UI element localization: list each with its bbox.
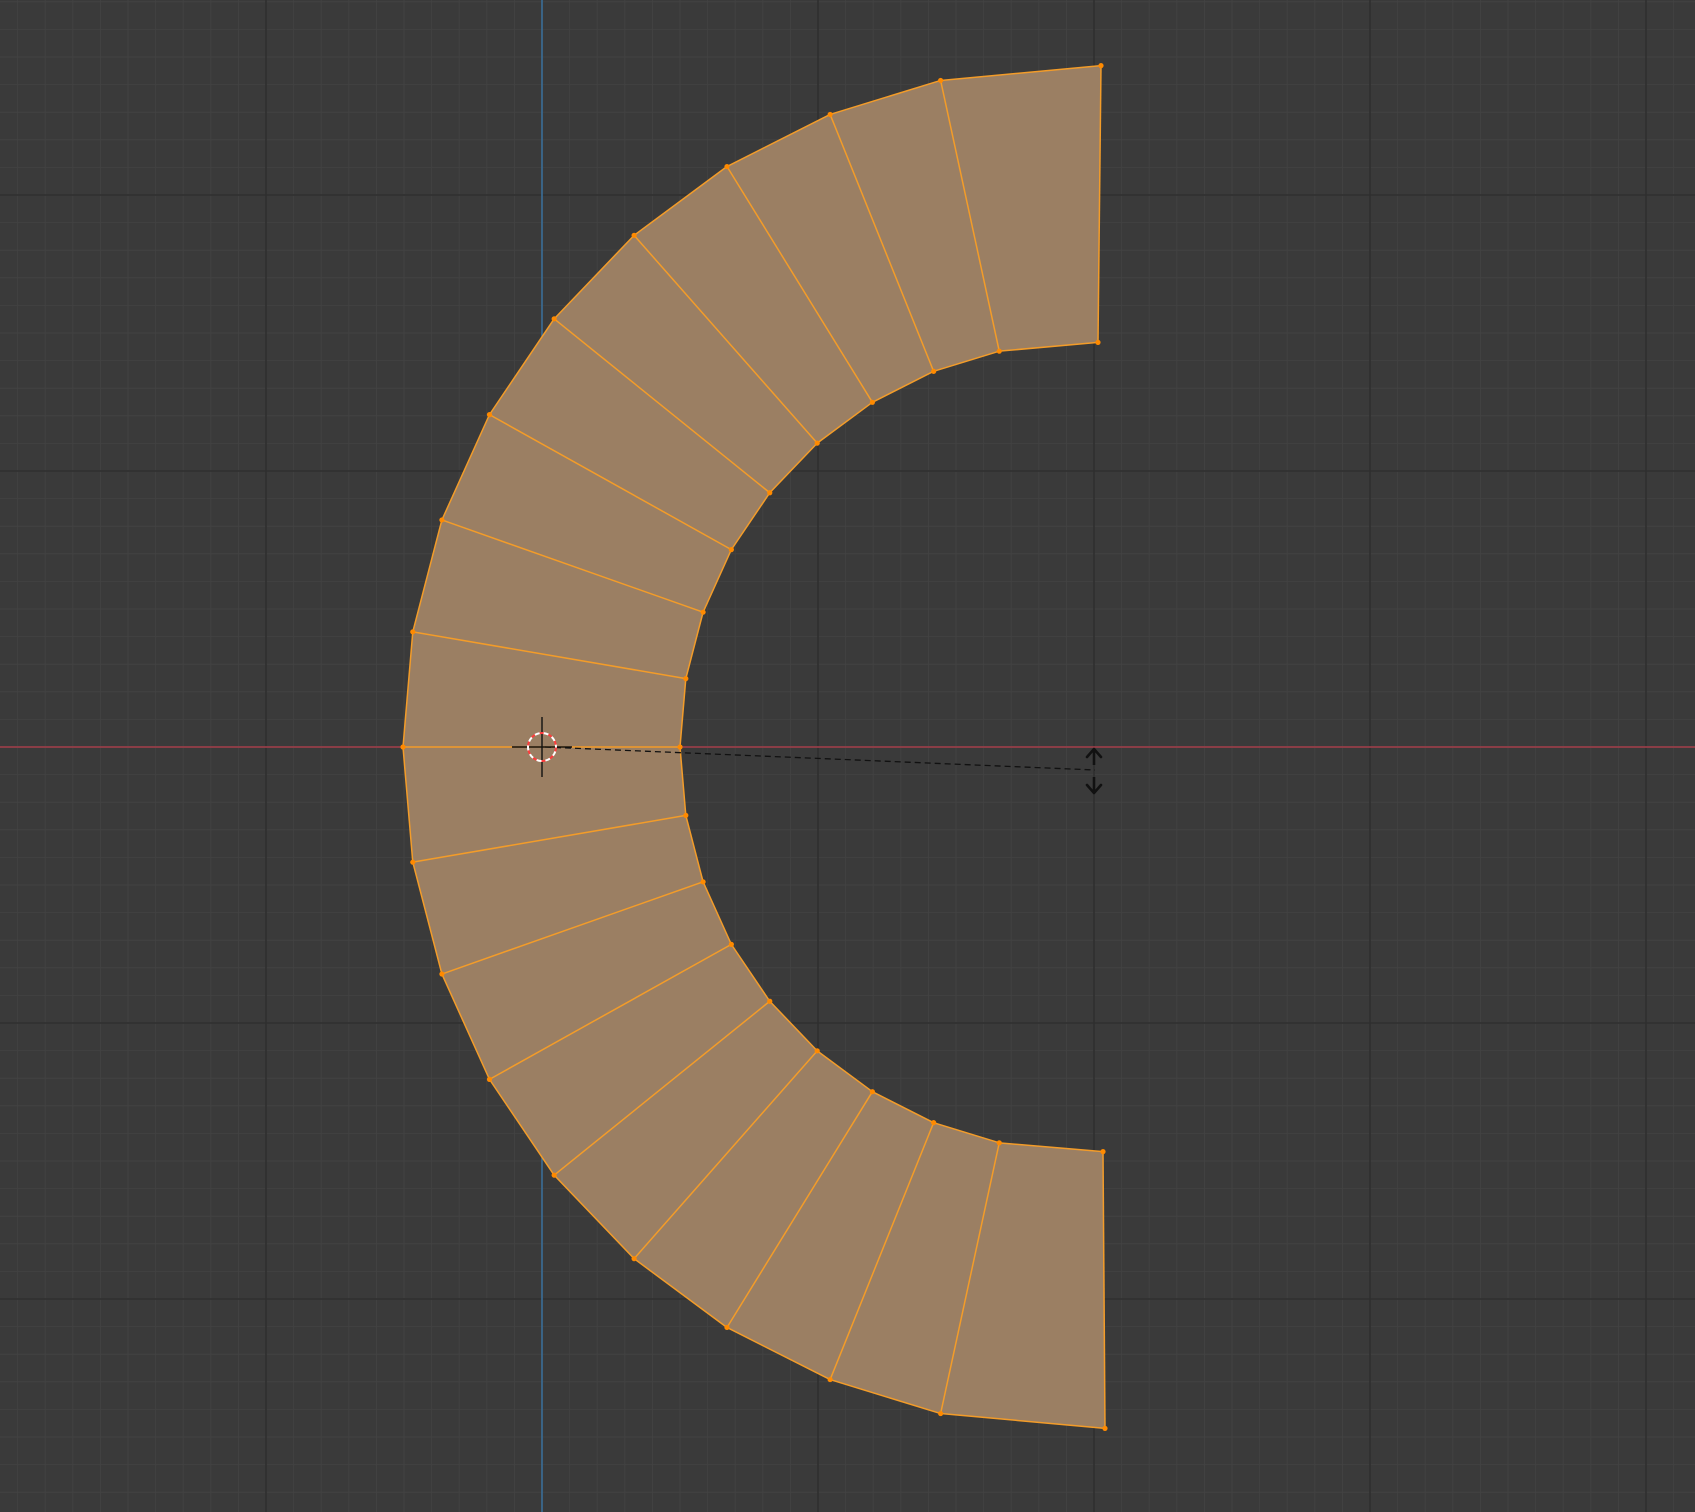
mesh-vertex[interactable]: [631, 232, 637, 238]
mesh-vertex[interactable]: [439, 971, 445, 977]
mesh-vertex[interactable]: [400, 744, 406, 750]
mesh-vertex[interactable]: [551, 1172, 557, 1178]
mesh-vertex[interactable]: [938, 1410, 944, 1417]
mesh-vertex[interactable]: [827, 111, 833, 118]
mesh-vertex[interactable]: [410, 629, 416, 635]
mesh-vertex[interactable]: [814, 1048, 820, 1054]
mesh-vertex[interactable]: [700, 609, 706, 615]
mesh-vertex[interactable]: [728, 547, 734, 553]
mesh-vertex[interactable]: [683, 812, 689, 818]
mesh-vertex[interactable]: [486, 1076, 493, 1082]
mesh-vertex[interactable]: [869, 1089, 875, 1095]
mesh-vertex[interactable]: [631, 1256, 637, 1262]
mesh-vertex[interactable]: [724, 1324, 730, 1331]
mesh-vertex[interactable]: [1102, 1425, 1108, 1431]
mesh-vertex[interactable]: [700, 879, 706, 885]
mesh-vertex[interactable]: [767, 998, 773, 1004]
mesh-vertex[interactable]: [439, 517, 445, 523]
mesh-vertex[interactable]: [486, 412, 493, 418]
mesh-vertex[interactable]: [931, 1120, 937, 1126]
3d-viewport[interactable]: [0, 0, 1695, 1512]
mesh-vertex[interactable]: [767, 490, 773, 496]
mesh-vertex[interactable]: [814, 440, 820, 446]
mesh-vertex[interactable]: [677, 744, 683, 750]
mesh-vertex[interactable]: [724, 163, 730, 170]
mesh-vertex[interactable]: [869, 399, 875, 405]
mesh-vertex[interactable]: [996, 348, 1002, 354]
mesh-vertex[interactable]: [996, 1140, 1002, 1146]
mesh-vertex[interactable]: [1095, 339, 1101, 345]
mesh-vertex[interactable]: [683, 676, 689, 682]
mesh-vertex[interactable]: [938, 77, 944, 84]
viewport-canvas[interactable]: [0, 0, 1695, 1512]
mesh-vertex[interactable]: [931, 368, 937, 374]
mesh-vertex[interactable]: [728, 941, 734, 947]
mesh-vertex[interactable]: [827, 1376, 833, 1383]
mesh-vertex[interactable]: [410, 859, 416, 865]
mesh-vertex[interactable]: [551, 316, 557, 322]
mesh-vertex[interactable]: [1098, 63, 1104, 69]
mesh-vertex[interactable]: [1100, 1149, 1106, 1155]
